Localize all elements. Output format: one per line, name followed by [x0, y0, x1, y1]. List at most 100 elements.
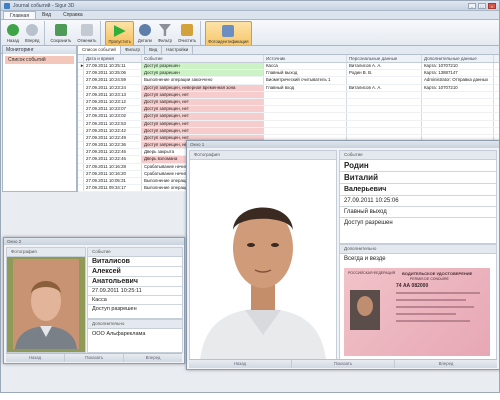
- cell-extra: [422, 98, 494, 106]
- show-button[interactable]: Показать: [65, 354, 124, 362]
- back-button[interactable]: Назад: [5, 21, 21, 46]
- cell-source: [264, 127, 347, 134]
- person-surname: Виталисов: [88, 257, 182, 267]
- photo-window-1[interactable]: Окно 1 Фотография Событие Родин Виталий …: [186, 140, 500, 370]
- window-footer: Назад Показать Вперед: [189, 359, 497, 368]
- cancel-button[interactable]: Отменить: [75, 21, 98, 46]
- photo-label: Фотография: [190, 151, 336, 160]
- table-row[interactable]: 27.09.2011 10:22:42 Доступ запрещен, нет: [78, 127, 499, 135]
- cell-person: [347, 120, 422, 127]
- photo-label: Фотография: [7, 248, 85, 257]
- cell-extra: Administrator: Отправка данных: [422, 77, 494, 84]
- column-header-time[interactable]: Дата и время: [84, 55, 142, 62]
- tab-main[interactable]: Главная: [3, 11, 37, 19]
- tab-view[interactable]: Вид: [145, 46, 163, 54]
- tab-view[interactable]: Вид: [36, 11, 57, 19]
- table-row[interactable]: 27.09.2011 10:23:12 Доступ запрещен, нет: [78, 98, 499, 107]
- photo-id-icon: [222, 25, 235, 37]
- prev-button[interactable]: Назад: [189, 360, 292, 368]
- table-row[interactable]: 27.09.2011 10:24:59 Выполнение операции з…: [78, 77, 499, 85]
- event-datetime: 27.09.2011 10:25:06: [340, 196, 496, 207]
- drivers-license: РОССИЙСКАЯ ФЕДЕРАЦИЯ ВОДИТЕЛЬСКОЕ УДОСТО…: [344, 268, 490, 356]
- minimize-button[interactable]: –: [468, 2, 476, 9]
- table-row[interactable]: 27.09.2011 10:23:24 Доступ запрещен, неве…: [78, 84, 499, 92]
- monitoring-panel-title: Мониторинг: [3, 46, 76, 54]
- next-button[interactable]: Вперед: [395, 360, 497, 368]
- cell-source: Главный выход: [264, 70, 347, 77]
- filter-button[interactable]: Фильтр: [156, 21, 174, 46]
- person-name: Алексей: [88, 267, 182, 277]
- column-header-person[interactable]: Персональные данные: [347, 55, 422, 62]
- cell-event: Доступ запрещен, нет: [142, 106, 264, 113]
- save-button[interactable]: Сохранить: [49, 21, 74, 46]
- cell-time: 27.09.2011 10:22:46: [84, 149, 142, 156]
- sidebar-item-event-list[interactable]: Список событий: [5, 56, 74, 64]
- play-icon: [113, 25, 126, 37]
- cell-extra: Карта: 13887147: [422, 70, 494, 77]
- cell-event: Доступ запрещен, нет: [142, 91, 264, 98]
- photo-window-2[interactable]: Окно 2 Фотография Событие Виталисов Алек…: [3, 237, 185, 364]
- person-surname: Родин: [340, 160, 496, 172]
- table-row[interactable]: 27.09.2011 10:23:02 Доступ запрещен, нет: [78, 113, 499, 121]
- cell-source: [264, 120, 347, 127]
- details-button[interactable]: Детали: [136, 21, 154, 46]
- cell-person: [347, 91, 422, 98]
- cell-event: Доступ запрещен, нет: [142, 113, 264, 120]
- cell-source: Касса: [264, 63, 347, 70]
- cell-source: [264, 91, 347, 98]
- person-photo: [7, 257, 85, 352]
- column-header-extra[interactable]: Дополнительные данные: [422, 55, 494, 62]
- title-bar: Journal событий - Sigur 3D – □ ×: [1, 1, 499, 11]
- event-label: Событие: [340, 151, 496, 160]
- table-row[interactable]: 27.09.2011 10:25:06 Доступ разрешен Главны…: [78, 70, 499, 78]
- column-header-event[interactable]: Событие: [142, 55, 264, 62]
- cell-event: Доступ разрешен: [142, 70, 264, 77]
- table-row[interactable]: ► 27.09.2011 10:25:11 Доступ разрешен Касса…: [78, 63, 499, 71]
- window-title: Окно 1: [187, 141, 499, 148]
- table-row[interactable]: 27.09.2011 10:22:53 Доступ запрещен, нет: [78, 120, 499, 128]
- cell-event: Доступ запрещен, нет: [142, 98, 264, 106]
- back-arrow-icon: [7, 24, 19, 36]
- menu-tabs: Главная Вид Справка: [1, 11, 499, 20]
- photo-pane: Фотография: [6, 247, 86, 353]
- event-table-header: Дата и время Событие Источник Персональн…: [78, 55, 499, 63]
- cell-time: 27.09.2011 10:16:20: [84, 170, 142, 177]
- clear-button[interactable]: Очистить: [176, 21, 198, 46]
- table-row[interactable]: 27.09.2011 10:23:07 Доступ запрещен, нет: [78, 106, 499, 114]
- funnel-icon: [158, 24, 171, 36]
- maximize-button[interactable]: □: [478, 2, 486, 9]
- cell-extra: Карта: 10707210: [422, 63, 494, 70]
- tab-help[interactable]: Справка: [57, 11, 89, 19]
- close-button[interactable]: ×: [488, 2, 496, 9]
- window-controls: – □ ×: [468, 2, 496, 9]
- tab-event-list[interactable]: Список событий: [78, 46, 121, 54]
- person-name: Виталий: [340, 172, 496, 184]
- tab-filter[interactable]: Фильтр: [121, 46, 146, 54]
- cell-time: 27.09.2011 10:22:46: [84, 156, 142, 163]
- event-status: Доступ разрешен: [92, 306, 137, 312]
- column-header-source[interactable]: Источник: [264, 55, 347, 62]
- cell-extra: [422, 127, 494, 134]
- table-row[interactable]: 27.09.2011 10:23:13 Доступ запрещен, нет: [78, 91, 499, 99]
- cell-person: [347, 106, 422, 113]
- photo-pane: Фотография: [189, 150, 337, 361]
- tab-settings[interactable]: Настройки: [162, 46, 194, 54]
- window-footer: Назад Показать Вперед: [6, 353, 182, 362]
- prev-button[interactable]: Назад: [6, 354, 65, 362]
- cell-source: Главный вход: [264, 84, 347, 91]
- event-info: Событие Виталисов Алексей Анатольевич 27…: [87, 247, 183, 319]
- event-source: Касса: [88, 296, 182, 305]
- app-icon: [4, 2, 10, 9]
- extra-info: Дополнительно Всегда и везде РОССИЙСКАЯ …: [339, 244, 497, 361]
- person-patronymic: Анатольевич: [88, 277, 182, 287]
- cell-person: Виталисов А. А.: [347, 63, 422, 70]
- skip-button[interactable]: Пропустить: [105, 21, 134, 46]
- cell-time: 27.09.2011 10:23:24: [84, 84, 142, 91]
- forward-button[interactable]: Вперёд: [23, 21, 42, 46]
- cell-source: Биометрический считыватель 1: [264, 77, 347, 84]
- event-log-tabs: Список событий Фильтр Вид Настройки: [78, 46, 499, 55]
- show-button[interactable]: Показать: [292, 360, 395, 368]
- cell-event: Доступ запрещен, неверная временная зона: [142, 84, 264, 91]
- event-status: Доступ разрешен: [344, 220, 393, 226]
- next-button[interactable]: Вперед: [124, 354, 182, 362]
